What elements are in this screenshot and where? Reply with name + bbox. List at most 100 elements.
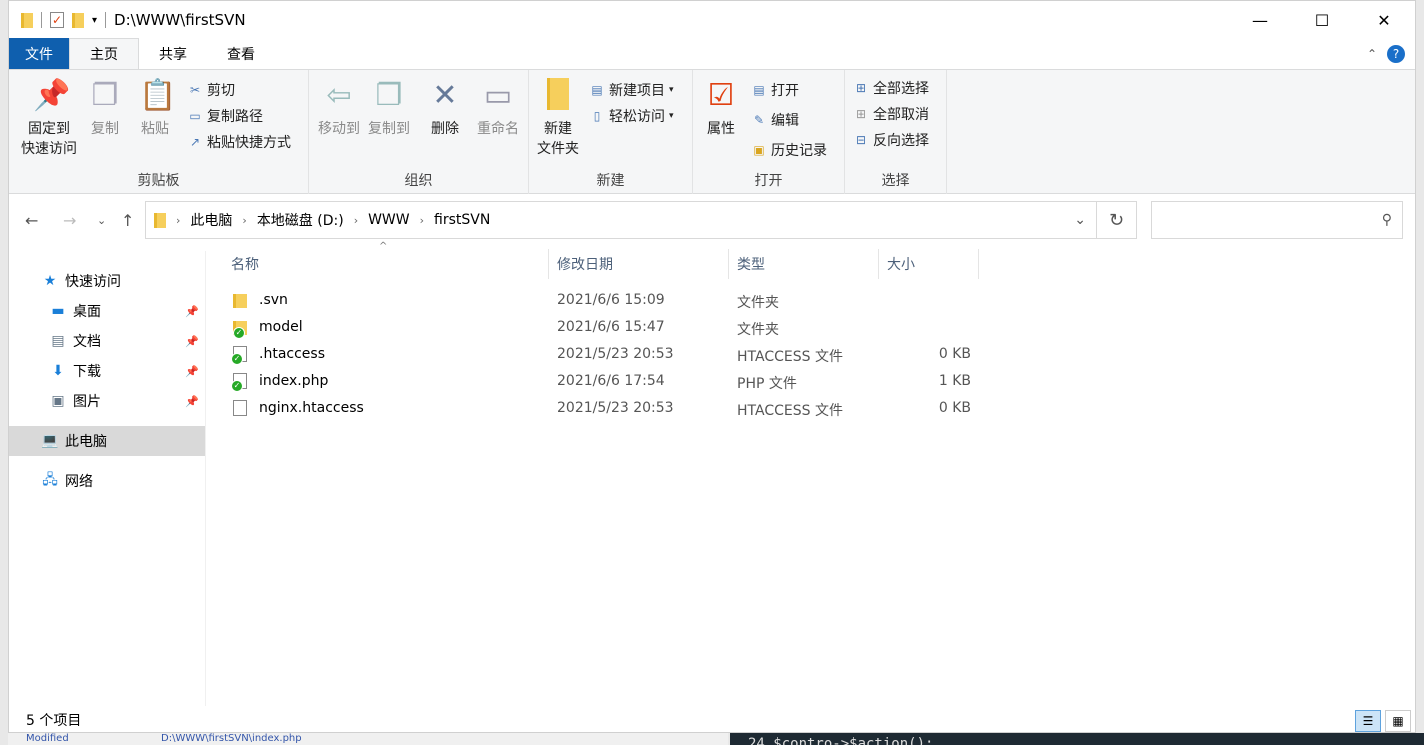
background-window: Modified D:\WWW\firstSVN\index.php <box>8 733 728 745</box>
breadcrumb-firstsvn[interactable]: firstSVN <box>434 212 490 228</box>
collapse-ribbon-icon[interactable]: ⌃ <box>1367 47 1377 61</box>
label: 重命名 <box>477 121 519 137</box>
tab-view[interactable]: 查看 <box>207 38 275 69</box>
properties-button[interactable]: ☑ 属性 <box>701 78 741 138</box>
file-date: 2021/6/6 15:09 <box>557 292 665 308</box>
nav-network[interactable]: 🖧 网络 <box>9 466 205 496</box>
navigation-pane: ★ 快速访问 ▬ 桌面 📌 ▤ 文档 📌 ⬇ 下载 📌 ▣ 图片 📌 💻 此电脑 🖧 网络 <box>9 251 206 706</box>
file-row[interactable]: ✓ index.php 2021/6/6 17:54 PHP 文件 1 KB <box>207 368 987 395</box>
invert-selection-button[interactable]: ⊟ 反向选择 <box>853 130 929 150</box>
details-view-button[interactable]: ☰ <box>1355 710 1381 732</box>
tab-file[interactable]: 文件 <box>9 38 69 69</box>
new-folder-button[interactable]: 新建 文件夹 <box>533 78 583 158</box>
pin-icon[interactable]: 📌 <box>185 365 199 378</box>
breadcrumb-drive[interactable]: 本地磁盘 (D:) <box>257 210 344 230</box>
paste-shortcut-button[interactable]: ↗ 粘贴快捷方式 <box>187 132 291 152</box>
open-button[interactable]: ▤ 打开 <box>751 80 799 100</box>
copy-button[interactable]: ❐ 复制 <box>85 78 125 138</box>
bg-modified: Modified <box>26 733 69 744</box>
select-none-button[interactable]: ⊞ 全部取消 <box>853 104 929 124</box>
nav-documents[interactable]: ▤ 文档 📌 <box>9 326 205 356</box>
properties-quick-icon[interactable]: ✓ <box>50 12 64 28</box>
help-icon[interactable]: ? <box>1387 45 1405 63</box>
file-icon <box>233 400 247 416</box>
delete-button[interactable]: ✕ 删除 <box>425 78 465 138</box>
cut-button[interactable]: ✂ 剪切 <box>187 80 235 100</box>
minimize-button[interactable]: — <box>1229 1 1291 39</box>
copy-to-button[interactable]: ❐ 复制到 <box>365 78 413 138</box>
rename-button[interactable]: ▭ 重命名 <box>471 78 525 138</box>
rename-icon: ▭ <box>483 78 513 113</box>
move-to-button[interactable]: ⇦ 移动到 <box>315 78 363 138</box>
label: 快速访问 <box>21 141 77 157</box>
status-bar: 5 个项目 ☰ ▦ <box>9 706 1415 734</box>
maximize-button[interactable]: ☐ <box>1291 1 1353 39</box>
forward-button[interactable]: → <box>63 211 76 230</box>
column-header-date[interactable]: 修改日期 <box>549 249 729 279</box>
copy-path-icon: ▭ <box>189 109 201 123</box>
new-folder-quick-icon[interactable] <box>72 12 84 28</box>
label: 复制到 <box>368 121 410 137</box>
recent-locations-icon[interactable]: ⌄ <box>97 214 106 227</box>
paste-icon: 📋 <box>139 78 177 113</box>
label: 网络 <box>65 474 93 490</box>
close-button[interactable]: ✕ <box>1353 1 1415 39</box>
nav-desktop[interactable]: ▬ 桌面 📌 <box>9 296 205 326</box>
copy-icon: ❐ <box>91 78 119 113</box>
column-header-type[interactable]: 类型 <box>729 249 879 279</box>
column-header-name[interactable]: 名称 <box>223 249 549 279</box>
history-icon: ▣ <box>753 143 765 157</box>
paste-button[interactable]: 📋 粘贴 <box>135 78 177 138</box>
select-all-button[interactable]: ⊞ 全部选择 <box>853 78 929 98</box>
file-icon: ✓ <box>231 373 247 392</box>
easy-access-button[interactable]: ▯ 轻松访问 ▾ <box>589 106 674 126</box>
search-input[interactable]: ⚲ <box>1151 201 1403 239</box>
file-row[interactable]: ✓ .htaccess 2021/5/23 20:53 HTACCESS 文件 … <box>207 341 987 368</box>
pin-quick-access-button[interactable]: 📌 固定到 快速访问 <box>17 78 81 158</box>
label: 反向选择 <box>873 133 929 149</box>
copy-to-icon: ❐ <box>375 78 403 113</box>
copy-path-button[interactable]: ▭ 复制路径 <box>187 106 263 126</box>
nav-downloads[interactable]: ⬇ 下载 📌 <box>9 356 205 386</box>
pin-icon: 📌 <box>33 78 71 113</box>
address-path[interactable]: › 此电脑 › 本地磁盘 (D:) › WWW › firstSVN ⌄ <box>145 201 1097 239</box>
large-icons-view-button[interactable]: ▦ <box>1385 710 1411 732</box>
tab-share[interactable]: 共享 <box>139 38 207 69</box>
nav-pictures[interactable]: ▣ 图片 📌 <box>9 386 205 416</box>
pin-icon[interactable]: 📌 <box>185 395 199 408</box>
file-date: 2021/5/23 20:53 <box>557 400 674 416</box>
new-item-button[interactable]: ▤ 新建项目 ▾ <box>589 80 673 100</box>
select-none-icon: ⊞ <box>855 107 867 121</box>
up-button[interactable]: ↑ <box>121 211 134 230</box>
breadcrumb-this-pc[interactable]: 此电脑 <box>190 210 232 230</box>
file-type: PHP 文件 <box>737 376 797 392</box>
customize-dropdown-icon[interactable]: ▾ <box>92 15 97 26</box>
pin-icon[interactable]: 📌 <box>185 305 199 318</box>
pin-icon[interactable]: 📌 <box>185 335 199 348</box>
bg-code-line: 24 $contro->$action(); <box>748 736 934 745</box>
file-row[interactable]: .svn 2021/6/6 15:09 文件夹 <box>207 287 987 314</box>
file-name: index.php <box>259 373 329 389</box>
tab-home[interactable]: 主页 <box>69 38 139 69</box>
group-organize: ⇦ 移动到 ❐ 复制到 ✕ 删除 ▭ 重命名 组织 <box>309 70 529 194</box>
file-row[interactable]: ✓ model 2021/6/6 15:47 文件夹 <box>207 314 987 341</box>
window-title: D:\WWW\firstSVN <box>114 11 246 29</box>
file-name: model <box>259 319 303 335</box>
file-row[interactable]: nginx.htaccess 2021/5/23 20:53 HTACCESS … <box>207 395 987 422</box>
nav-this-pc[interactable]: 💻 此电脑 <box>9 426 205 456</box>
star-icon: ★ <box>43 273 57 289</box>
column-header-size[interactable]: 大小 <box>879 249 979 279</box>
history-button[interactable]: ▣ 历史记录 <box>751 140 827 160</box>
nav-quick-access[interactable]: ★ 快速访问 <box>9 266 205 296</box>
back-button[interactable]: ← <box>25 211 38 230</box>
edit-button[interactable]: ✎ 编辑 <box>751 110 799 130</box>
bg-path: D:\WWW\firstSVN\index.php <box>161 733 302 744</box>
file-size: 0 KB <box>938 400 971 416</box>
scissors-icon: ✂ <box>189 83 201 97</box>
breadcrumb-www[interactable]: WWW <box>368 212 410 228</box>
shortcut-icon: ↗ <box>189 135 201 149</box>
folder-icon <box>154 212 166 228</box>
refresh-button[interactable]: ↻ <box>1097 201 1137 239</box>
label: 全部取消 <box>873 107 929 123</box>
address-dropdown-icon[interactable]: ⌄ <box>1074 212 1086 228</box>
